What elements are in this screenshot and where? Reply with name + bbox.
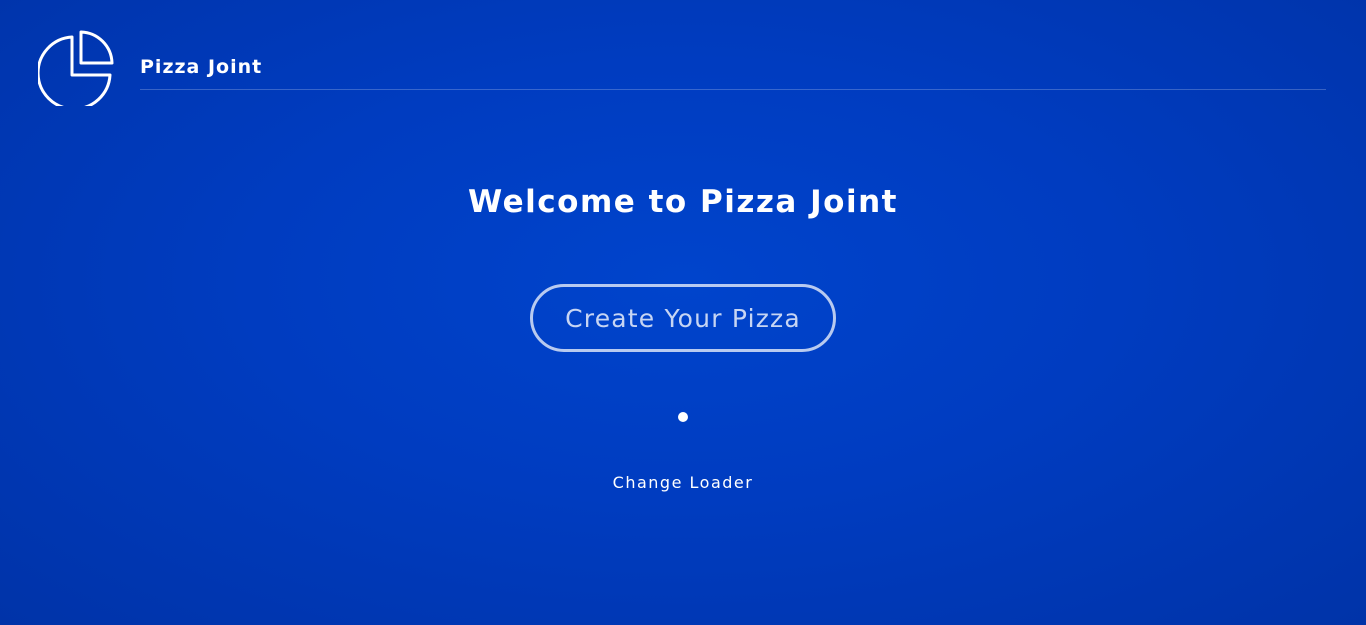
page-title: Welcome to Pizza Joint: [468, 184, 898, 220]
create-pizza-button-label: Create Your Pizza: [565, 303, 801, 333]
create-pizza-button[interactable]: Create Your Pizza: [530, 284, 836, 352]
header-divider: [140, 89, 1326, 90]
loader-dot-icon: [678, 412, 688, 422]
brand-name[interactable]: Pizza Joint: [140, 56, 262, 78]
change-loader-link[interactable]: Change Loader: [613, 473, 754, 492]
change-loader-row: Change Loader: [0, 473, 1366, 492]
pizza-slice-icon[interactable]: [38, 30, 114, 106]
site-header: Pizza Joint: [0, 0, 1366, 110]
